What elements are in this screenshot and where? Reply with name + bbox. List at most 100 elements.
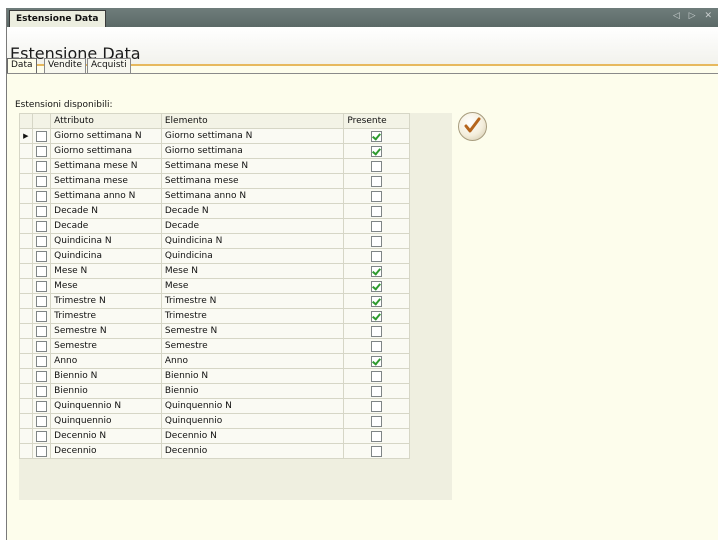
cell-attributo[interactable]: Semestre bbox=[50, 338, 162, 354]
confirm-button[interactable] bbox=[458, 112, 487, 141]
row-select-checkbox[interactable] bbox=[35, 250, 47, 262]
presente-checkbox[interactable] bbox=[371, 355, 383, 367]
document-tab[interactable]: Estensione Data bbox=[9, 10, 106, 28]
row-select-checkbox[interactable] bbox=[35, 160, 47, 172]
row-indicator[interactable] bbox=[19, 233, 33, 249]
row-indicator[interactable] bbox=[19, 203, 33, 219]
presente-checkbox[interactable] bbox=[371, 340, 383, 352]
table-row[interactable]: Biennio N Biennio N bbox=[19, 368, 410, 384]
row-select-checkbox[interactable] bbox=[35, 355, 47, 367]
table-row[interactable]: Quinquennio N Quinquennio N bbox=[19, 398, 410, 414]
cell-attributo[interactable]: Giorno settimana N bbox=[50, 128, 162, 144]
row-indicator[interactable] bbox=[19, 188, 33, 204]
presente-checkbox[interactable] bbox=[371, 145, 383, 157]
extensions-grid[interactable]: Attributo Elemento Presente ▶ Giorno sett… bbox=[19, 113, 452, 500]
presente-checkbox[interactable] bbox=[371, 385, 383, 397]
cell-attributo[interactable]: Quinquennio N bbox=[50, 398, 162, 414]
table-row[interactable]: Semestre Semestre bbox=[19, 338, 410, 354]
cell-elemento[interactable]: Decade bbox=[160, 218, 345, 234]
presente-checkbox[interactable] bbox=[371, 415, 383, 427]
presente-checkbox[interactable] bbox=[371, 205, 383, 217]
cell-attributo[interactable]: Decennio N bbox=[50, 428, 162, 444]
cell-elemento[interactable]: Giorno settimana N bbox=[160, 128, 345, 144]
cell-elemento[interactable]: Trimestre N bbox=[160, 293, 345, 309]
row-select-checkbox[interactable] bbox=[35, 400, 47, 412]
row-select-checkbox[interactable] bbox=[35, 415, 47, 427]
row-select-checkbox[interactable] bbox=[35, 265, 47, 277]
table-row[interactable]: Giorno settimana Giorno settimana bbox=[19, 143, 410, 159]
row-select-checkbox[interactable] bbox=[35, 130, 47, 142]
cell-elemento[interactable]: Decennio bbox=[160, 443, 345, 459]
cell-attributo[interactable]: Trimestre bbox=[50, 308, 162, 324]
cell-elemento[interactable]: Quindicina N bbox=[160, 233, 345, 249]
presente-checkbox[interactable] bbox=[371, 220, 383, 232]
row-indicator[interactable] bbox=[19, 143, 33, 159]
table-row[interactable]: ▶ Giorno settimana N Giorno settimana N bbox=[19, 128, 410, 144]
column-header-elemento[interactable]: Elemento bbox=[160, 113, 345, 129]
cell-elemento[interactable]: Giorno settimana bbox=[160, 143, 345, 159]
presente-checkbox[interactable] bbox=[371, 160, 383, 172]
table-row[interactable]: Decennio N Decennio N bbox=[19, 428, 410, 444]
table-row[interactable]: Quinquennio Quinquennio bbox=[19, 413, 410, 429]
row-indicator[interactable] bbox=[19, 338, 33, 354]
row-indicator[interactable] bbox=[19, 323, 33, 339]
row-indicator[interactable] bbox=[19, 263, 33, 279]
cell-attributo[interactable]: Mese bbox=[50, 278, 162, 294]
cell-attributo[interactable]: Decennio bbox=[50, 443, 162, 459]
table-row[interactable]: Trimestre N Trimestre N bbox=[19, 293, 410, 309]
cell-attributo[interactable]: Semestre N bbox=[50, 323, 162, 339]
cell-elemento[interactable]: Quinquennio bbox=[160, 413, 345, 429]
row-indicator[interactable] bbox=[19, 383, 33, 399]
table-row[interactable]: Quindicina N Quindicina N bbox=[19, 233, 410, 249]
cell-elemento[interactable]: Anno bbox=[160, 353, 345, 369]
cell-elemento[interactable]: Settimana anno N bbox=[160, 188, 345, 204]
cell-attributo[interactable]: Biennio bbox=[50, 383, 162, 399]
cell-attributo[interactable]: Quindicina N bbox=[50, 233, 162, 249]
cell-attributo[interactable]: Trimestre N bbox=[50, 293, 162, 309]
table-row[interactable]: Settimana mese Settimana mese bbox=[19, 173, 410, 189]
table-row[interactable]: Mese Mese bbox=[19, 278, 410, 294]
cell-attributo[interactable]: Giorno settimana bbox=[50, 143, 162, 159]
table-row[interactable]: Anno Anno bbox=[19, 353, 410, 369]
cell-attributo[interactable]: Anno bbox=[50, 353, 162, 369]
row-indicator[interactable] bbox=[19, 308, 33, 324]
cell-elemento[interactable]: Biennio N bbox=[160, 368, 345, 384]
row-indicator[interactable] bbox=[19, 398, 33, 414]
row-indicator[interactable] bbox=[19, 248, 33, 264]
cell-elemento[interactable]: Settimana mese bbox=[160, 173, 345, 189]
tab-acquisti[interactable]: Acquisti bbox=[87, 58, 131, 73]
row-indicator[interactable]: ▶ bbox=[19, 128, 33, 144]
table-row[interactable]: Settimana mese N Settimana mese N bbox=[19, 158, 410, 174]
cell-elemento[interactable]: Mese bbox=[160, 278, 345, 294]
presente-checkbox[interactable] bbox=[371, 370, 383, 382]
table-row[interactable]: Semestre N Semestre N bbox=[19, 323, 410, 339]
row-indicator[interactable] bbox=[19, 428, 33, 444]
row-indicator[interactable] bbox=[19, 173, 33, 189]
row-select-checkbox[interactable] bbox=[35, 190, 47, 202]
presente-checkbox[interactable] bbox=[371, 295, 383, 307]
row-indicator[interactable] bbox=[19, 158, 33, 174]
table-row[interactable]: Decennio Decennio bbox=[19, 443, 410, 459]
tab-data[interactable]: Data bbox=[7, 58, 37, 74]
cell-elemento[interactable]: Semestre bbox=[160, 338, 345, 354]
cell-elemento[interactable]: Quinquennio N bbox=[160, 398, 345, 414]
row-indicator[interactable] bbox=[19, 293, 33, 309]
presente-checkbox[interactable] bbox=[371, 445, 383, 457]
presente-checkbox[interactable] bbox=[371, 130, 383, 142]
cell-attributo[interactable]: Decade bbox=[50, 218, 162, 234]
cell-attributo[interactable]: Quindicina bbox=[50, 248, 162, 264]
column-header-attributo[interactable]: Attributo bbox=[50, 113, 162, 129]
cell-attributo[interactable]: Mese N bbox=[50, 263, 162, 279]
presente-checkbox[interactable] bbox=[371, 190, 383, 202]
cell-elemento[interactable]: Quindicina bbox=[160, 248, 345, 264]
presente-checkbox[interactable] bbox=[371, 250, 383, 262]
cell-elemento[interactable]: Semestre N bbox=[160, 323, 345, 339]
presente-checkbox[interactable] bbox=[371, 280, 383, 292]
row-select-checkbox[interactable] bbox=[35, 145, 47, 157]
row-select-checkbox[interactable] bbox=[35, 370, 47, 382]
cell-attributo[interactable]: Biennio N bbox=[50, 368, 162, 384]
row-indicator[interactable] bbox=[19, 413, 33, 429]
table-row[interactable]: Biennio Biennio bbox=[19, 383, 410, 399]
cell-elemento[interactable]: Biennio bbox=[160, 383, 345, 399]
cell-attributo[interactable]: Settimana mese N bbox=[50, 158, 162, 174]
